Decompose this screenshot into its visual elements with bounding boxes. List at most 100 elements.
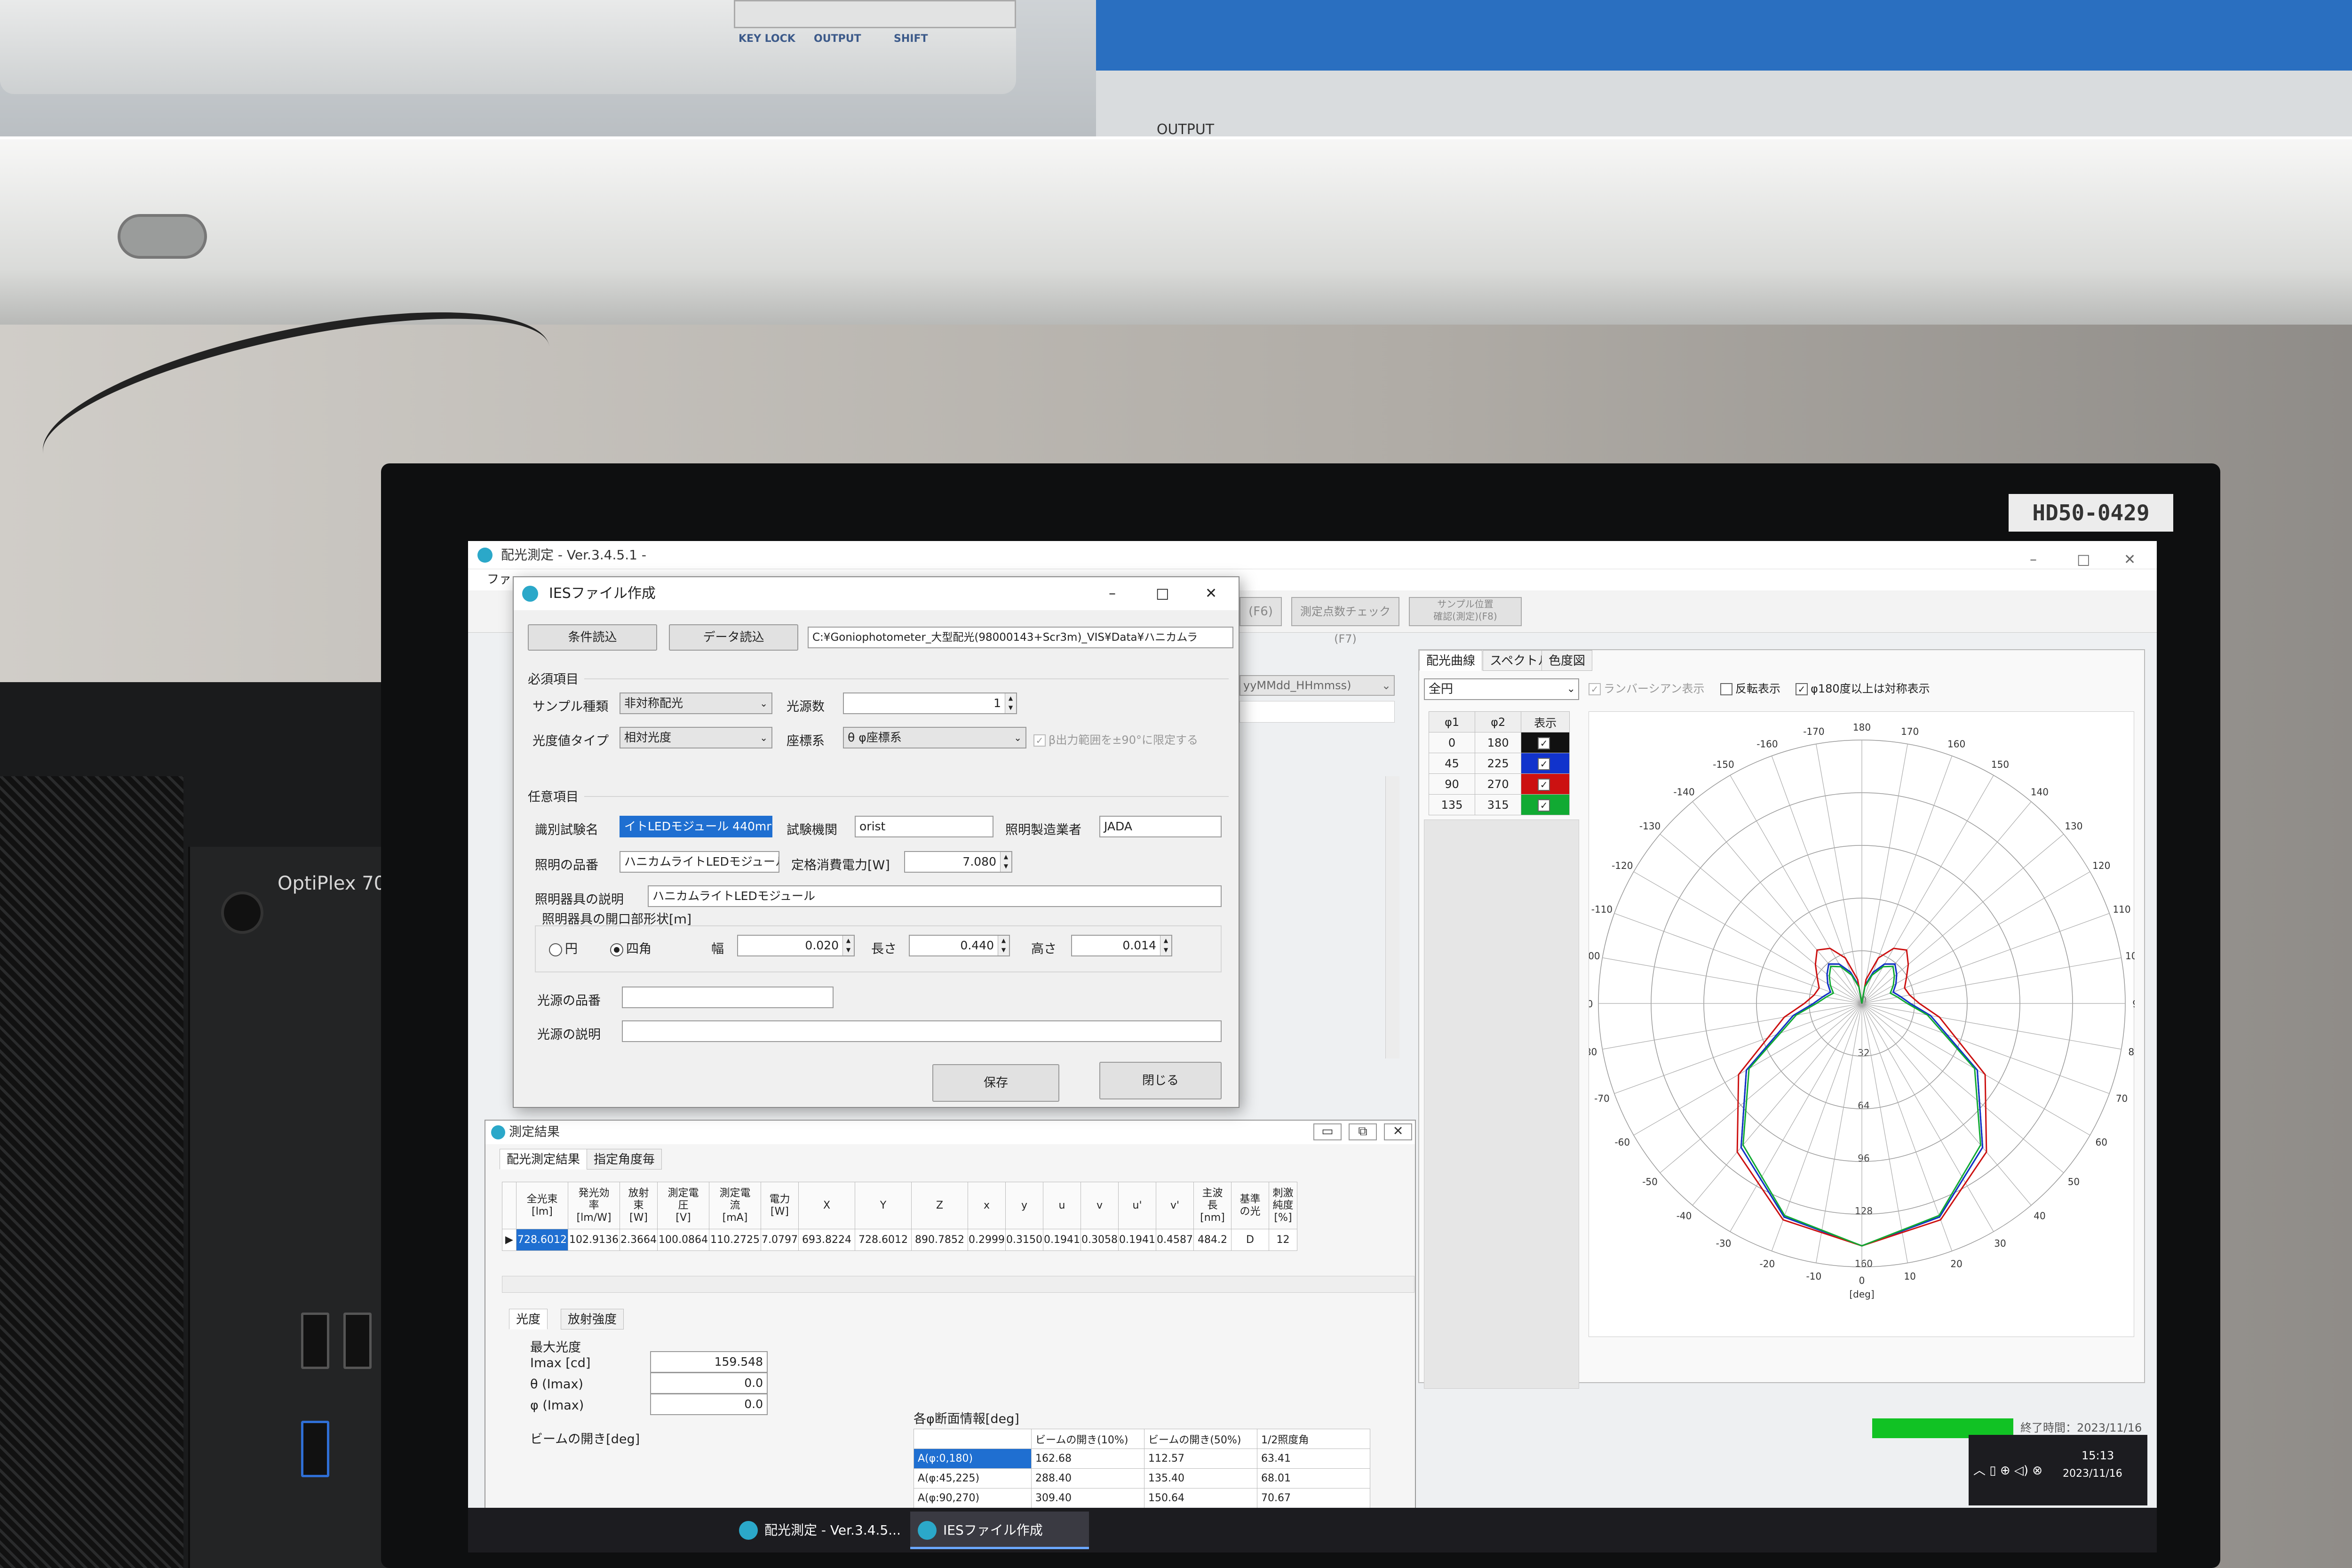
symmetric-checkbox[interactable]: ✓ φ180度以上は対称表示 bbox=[1796, 681, 1930, 696]
lamp-desc-field[interactable] bbox=[622, 1020, 1222, 1042]
result-cell[interactable]: 2.3664 bbox=[620, 1229, 658, 1251]
beam-row-label[interactable]: A(φ:90,270) bbox=[914, 1488, 1032, 1508]
file-path-field[interactable]: C:¥Goniophotometer_大型配光(98000143+Scr3m)_… bbox=[808, 627, 1233, 648]
load-conditions-button[interactable]: 条件読込 bbox=[528, 624, 657, 651]
checkbox-checked-icon[interactable]: ✓ bbox=[1538, 778, 1550, 791]
width-field[interactable]: 0.020 ▲ ▼ bbox=[737, 935, 855, 956]
result-cell[interactable]: 12 bbox=[1269, 1229, 1297, 1251]
photometric-type-select[interactable]: 相対光度 ⌄ bbox=[620, 727, 772, 748]
result-cell[interactable]: 484.2 bbox=[1193, 1229, 1232, 1251]
restore-icon[interactable]: ⧉ bbox=[1349, 1123, 1377, 1140]
spinner-icon[interactable]: ▲ ▼ bbox=[1160, 936, 1171, 955]
point-check-button[interactable]: 測定点数チェック(F7) bbox=[1291, 597, 1399, 645]
power-button[interactable] bbox=[221, 891, 263, 934]
save-button[interactable]: 保存 bbox=[932, 1064, 1059, 1102]
result-cell[interactable]: 0.3058 bbox=[1081, 1229, 1119, 1251]
beam-row-label[interactable]: A(φ:0,180) bbox=[914, 1449, 1032, 1469]
display-cell[interactable]: ✓ bbox=[1521, 794, 1570, 815]
minimize-icon[interactable]: – bbox=[1109, 577, 1116, 610]
result-cell[interactable]: 0.1941 bbox=[1118, 1229, 1156, 1251]
result-cell[interactable]: D bbox=[1231, 1229, 1269, 1251]
maximize-icon[interactable]: □ bbox=[1156, 577, 1169, 610]
lamp-no-field[interactable] bbox=[622, 987, 834, 1008]
beam-cell[interactable]: 309.40 bbox=[1031, 1488, 1144, 1508]
spinner-icon[interactable]: ▲ ▼ bbox=[1000, 852, 1011, 872]
results-scrollbar[interactable] bbox=[502, 1276, 1414, 1293]
display-cell[interactable]: ✓ bbox=[1521, 773, 1570, 795]
beam-cell[interactable]: 68.01 bbox=[1257, 1468, 1370, 1488]
result-cell[interactable]: 102.9136 bbox=[568, 1229, 620, 1251]
clock-date[interactable]: 2023/11/16 bbox=[2063, 1468, 2122, 1480]
tab-chromaticity[interactable]: 色度図 bbox=[1542, 650, 1593, 671]
taskbar-item-main-app[interactable]: 配光測定 - Ver.3.4.5... bbox=[731, 1512, 901, 1549]
beam-cell[interactable]: 112.57 bbox=[1144, 1449, 1257, 1469]
shape-rect-radio[interactable]: 四角 bbox=[610, 939, 652, 957]
checkbox-checked-icon[interactable]: ✓ bbox=[1538, 757, 1550, 770]
result-cell[interactable]: 728.6012 bbox=[516, 1229, 568, 1251]
description-field[interactable]: ハニカムライトLEDモジュール bbox=[648, 885, 1222, 907]
beam-cell[interactable]: 150.64 bbox=[1144, 1488, 1257, 1508]
range-checkbox[interactable]: ✓ β出力範囲を±90°に限定する bbox=[1033, 731, 1198, 747]
test-lab-field[interactable]: orist bbox=[855, 816, 993, 837]
result-cell[interactable]: 110.2725 bbox=[709, 1229, 761, 1251]
result-cell[interactable]: 100.0864 bbox=[657, 1229, 709, 1251]
light-count-field[interactable]: 1 ▲ ▼ bbox=[843, 692, 1017, 714]
spinner-icon[interactable]: ▲ ▼ bbox=[842, 936, 854, 955]
coordinate-select[interactable]: θ φ座標系 ⌄ bbox=[843, 727, 1026, 748]
beam-cell[interactable]: 70.67 bbox=[1257, 1488, 1370, 1508]
manufacturer-field[interactable]: JADA bbox=[1099, 816, 1222, 837]
height-field[interactable]: 0.014 ▲ ▼ bbox=[1071, 935, 1172, 956]
menu-file[interactable]: ファ bbox=[487, 573, 511, 587]
height-label: 高さ bbox=[1031, 942, 1057, 956]
beam-row-label[interactable]: A(φ:45,225) bbox=[914, 1468, 1032, 1488]
taskbar-item-ies-dialog[interactable]: IESファイル作成 bbox=[910, 1512, 1089, 1549]
test-id-field[interactable]: イトLEDモジュール 440mm bbox=[620, 816, 772, 837]
result-cell[interactable]: 0.1941 bbox=[1043, 1229, 1081, 1251]
filename-format-select[interactable]: yyMMdd_HHmmss) ⌄ bbox=[1240, 675, 1395, 696]
tab-per-angle[interactable]: 指定角度毎 bbox=[587, 1149, 662, 1170]
display-cell[interactable]: ✓ bbox=[1521, 753, 1570, 774]
tab-luminous-intensity[interactable]: 光度 bbox=[509, 1309, 548, 1329]
background-scrollbar[interactable] bbox=[1385, 776, 1399, 1059]
tab-radiant-intensity[interactable]: 放射強度 bbox=[561, 1309, 624, 1329]
length-field[interactable]: 0.440 ▲ ▼ bbox=[909, 935, 1010, 956]
sample-type-select[interactable]: 非対称配光 ⌄ bbox=[620, 692, 772, 714]
product-no-field[interactable]: ハニカムライトLEDモジュール bbox=[620, 851, 779, 873]
beam-header: 1/2照度角 bbox=[1257, 1429, 1370, 1449]
result-cell[interactable]: 728.6012 bbox=[855, 1229, 912, 1251]
scope-select[interactable]: 全円 ⌄ bbox=[1424, 678, 1579, 700]
display-cell[interactable]: ✓ bbox=[1521, 732, 1570, 753]
clock-time[interactable]: 15:13 bbox=[2082, 1449, 2114, 1462]
partial-button[interactable]: (F6) bbox=[1240, 597, 1282, 626]
result-cell[interactable]: 0.2999 bbox=[968, 1229, 1006, 1251]
shape-circle-radio[interactable]: 円 bbox=[549, 939, 578, 957]
result-cell[interactable]: 0.4587 bbox=[1156, 1229, 1194, 1251]
beam-cell[interactable]: 162.68 bbox=[1031, 1449, 1144, 1469]
rated-power-field[interactable]: 7.080 ▲ ▼ bbox=[904, 851, 1012, 873]
result-cell[interactable]: 0.3150 bbox=[1005, 1229, 1043, 1251]
result-cell[interactable]: 7.0797 bbox=[761, 1229, 799, 1251]
sample-position-button[interactable]: サンプル位置 確認(測定)(F8) bbox=[1409, 597, 1522, 626]
lambertian-checkbox[interactable]: ✓ ランバーシアン表示 bbox=[1589, 681, 1705, 696]
tab-distribution-result[interactable]: 配光測定結果 bbox=[500, 1149, 588, 1170]
beam-cell[interactable]: 63.41 bbox=[1257, 1449, 1370, 1469]
checkbox-checked-icon[interactable]: ✓ bbox=[1538, 737, 1550, 749]
beam-cell[interactable]: 135.40 bbox=[1144, 1468, 1257, 1488]
minimize-icon[interactable]: ▭ bbox=[1313, 1123, 1342, 1140]
spinner-icon[interactable]: ▲ ▼ bbox=[1005, 693, 1016, 713]
tray-icons[interactable]: ︿ ▯ ⊕ ◁) ⊗ bbox=[1973, 1461, 2042, 1478]
checkbox-checked-icon[interactable]: ✓ bbox=[1538, 799, 1550, 812]
close-icon[interactable]: ✕ bbox=[1205, 577, 1217, 610]
tab-distribution-curve[interactable]: 配光曲線 bbox=[1419, 650, 1483, 671]
row-selector-icon[interactable]: ▶ bbox=[502, 1229, 516, 1251]
result-cell[interactable]: 890.7852 bbox=[911, 1229, 968, 1251]
invert-checkbox[interactable]: 反転表示 bbox=[1720, 681, 1780, 696]
load-data-button[interactable]: データ読込 bbox=[669, 624, 798, 651]
spinner-icon[interactable]: ▲ ▼ bbox=[998, 936, 1009, 955]
polar-chart: 0 32 64 96 128 160 180 170 -170 160 -160 150 -150 140… bbox=[1578, 711, 2145, 1337]
result-cell[interactable]: 693.8224 bbox=[798, 1229, 855, 1251]
close-icon[interactable]: ✕ bbox=[1384, 1123, 1412, 1140]
close-button[interactable]: 閉じる bbox=[1099, 1062, 1222, 1099]
beam-cell[interactable]: 288.40 bbox=[1031, 1468, 1144, 1488]
polar-grid-spoke bbox=[1861, 834, 2064, 1004]
